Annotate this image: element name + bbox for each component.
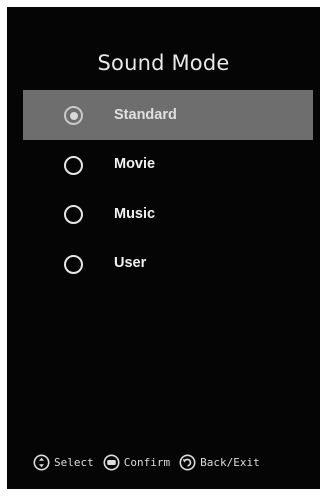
hint-select-label: Select [54,456,94,469]
hint-confirm-label: Confirm [123,456,171,469]
option-movie[interactable]: Movie [23,140,313,190]
radio-unchecked-icon [64,205,83,225]
menu-title: Sound Mode [97,51,230,75]
option-user[interactable]: User [23,239,313,289]
hint-back-label: Back/Exit [200,456,260,469]
sound-mode-menu: Sound Mode Standard Movie Music User Sel… [7,7,320,489]
sound-mode-options: Standard Movie Music User [23,90,313,288]
option-label: User [114,255,147,272]
back-arrow-icon [179,454,196,471]
radio-unchecked-icon [64,155,83,175]
up-down-arrows-icon [33,454,50,471]
option-label: Music [114,205,156,222]
option-standard[interactable]: Standard [23,90,313,140]
ok-button-icon [103,454,120,471]
button-hints: Select Confirm Back/Exit [33,454,260,471]
option-label: Movie [114,156,156,173]
hint-confirm: Confirm [103,454,170,471]
hint-select: Select [33,454,94,471]
option-music[interactable]: Music [23,189,313,239]
hint-back: Back/Exit [179,454,260,471]
option-label: Standard [114,106,177,123]
radio-unchecked-icon [64,254,83,274]
radio-checked-icon [64,106,83,126]
